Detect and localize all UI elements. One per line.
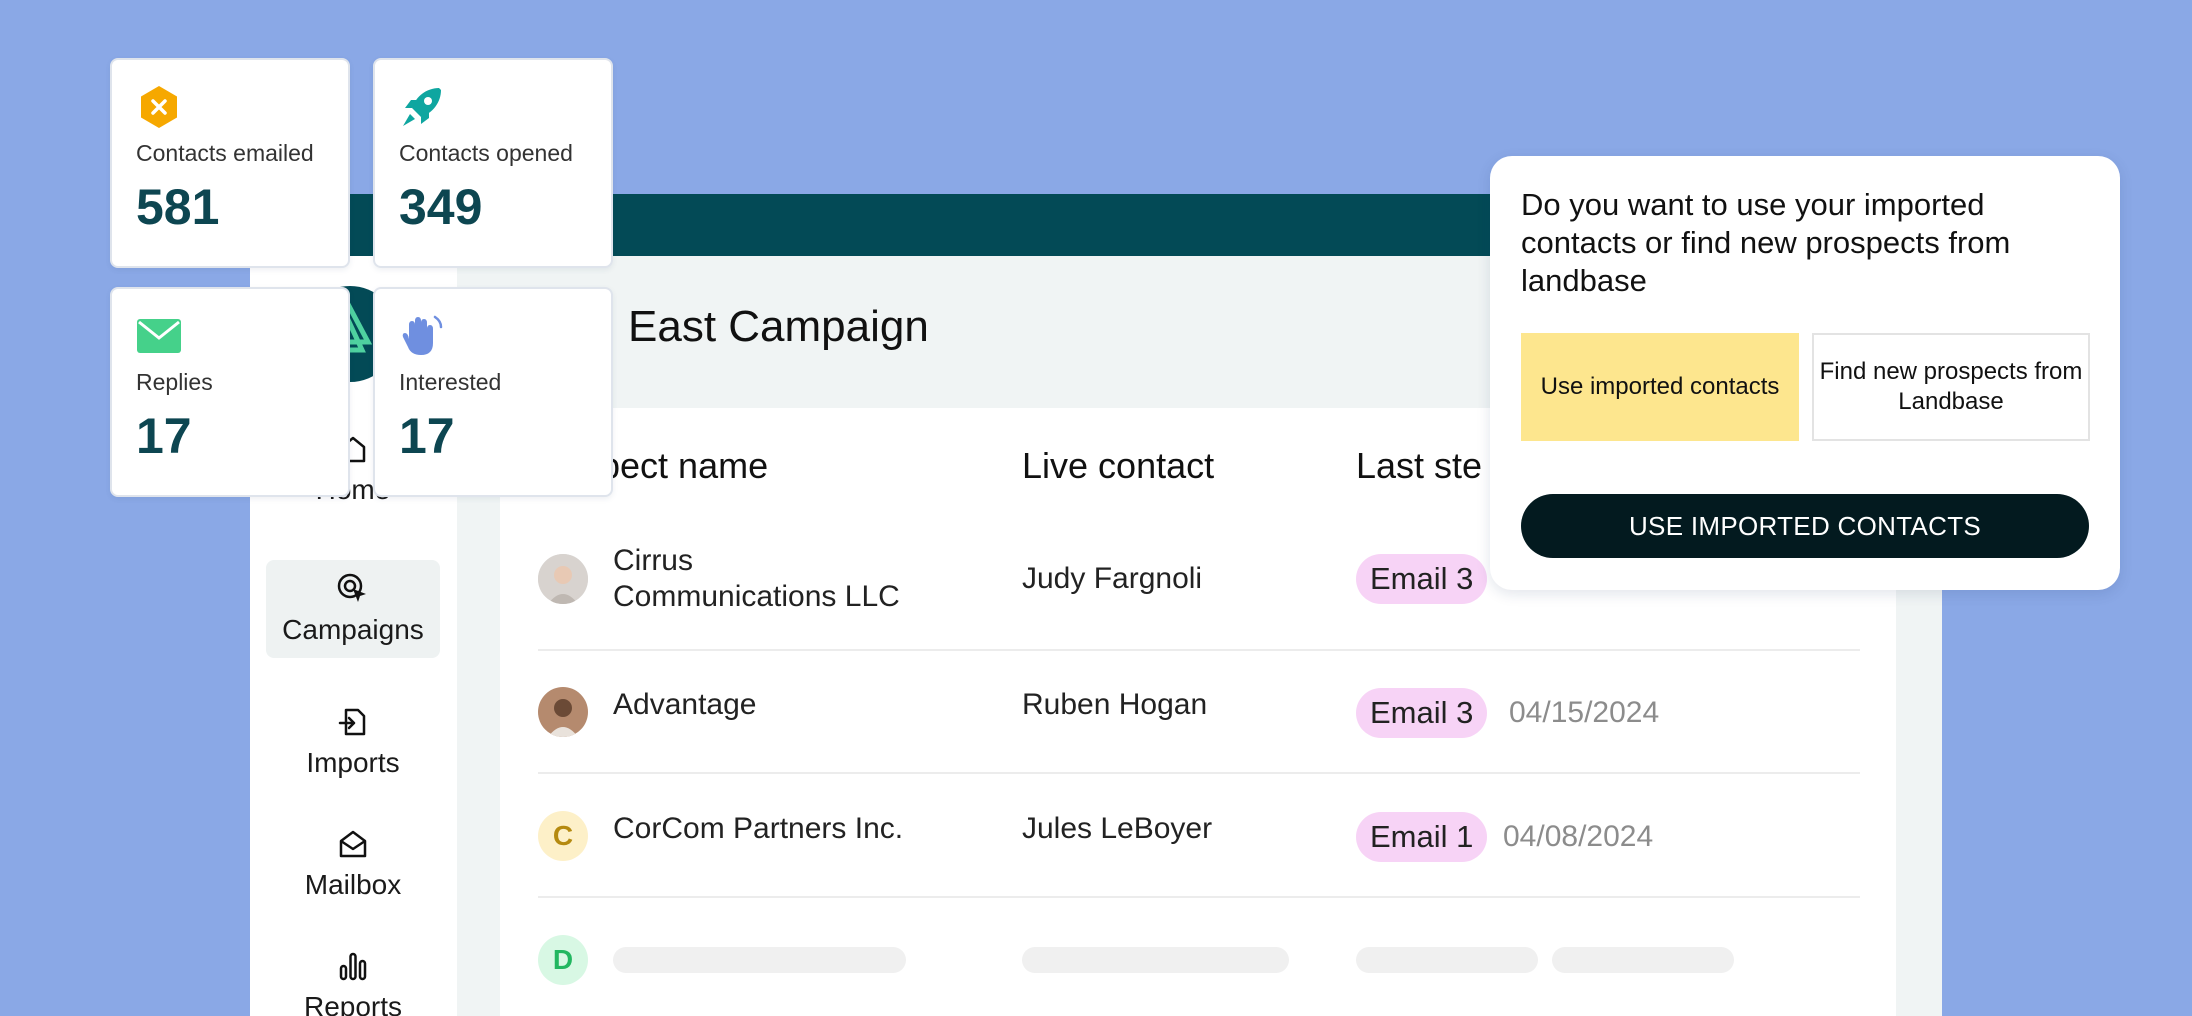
avatar: C: [538, 811, 588, 861]
row-divider: [538, 772, 1860, 774]
loading-placeholder: [613, 947, 906, 973]
stat-card-contacts-opened: Contacts opened 349: [373, 58, 613, 268]
envelope-icon: [136, 313, 182, 359]
stat-label: Contacts emailed: [136, 140, 314, 166]
column-header-live-contact[interactable]: Live contact: [1022, 445, 1214, 487]
stat-value: 17: [136, 408, 192, 464]
sidebar-item-reports[interactable]: Reports: [266, 937, 440, 1016]
mailbox-icon: [336, 827, 370, 861]
wave-hand-icon: [399, 313, 445, 359]
find-new-prospects-option[interactable]: Find new prospects from Landbase: [1812, 333, 2090, 441]
step-badge: Email 1: [1356, 812, 1488, 862]
dialog-question: Do you want to use your imported contact…: [1521, 187, 2011, 298]
live-contact: Jules LeBoyer: [1022, 812, 1213, 845]
sidebar-item-imports[interactable]: Imports: [266, 693, 440, 791]
stat-label: Replies: [136, 369, 213, 395]
target-cursor-icon: [336, 572, 370, 606]
prospect-name[interactable]: CorCom Partners Inc.: [613, 811, 903, 847]
x-badge-icon: [136, 84, 182, 130]
column-header-prospect-name[interactable]: pect name: [600, 445, 768, 487]
sidebar-item-label: Reports: [303, 991, 403, 1016]
prospect-name[interactable]: Cirrus Communications LLC: [613, 543, 900, 615]
stat-value: 581: [136, 179, 220, 235]
row-divider: [538, 649, 1860, 651]
step-date: 04/15/2024: [1509, 696, 1660, 729]
use-imported-contacts-button[interactable]: USE IMPORTED CONTACTS: [1521, 494, 2089, 558]
sidebar-item-label: Mailbox: [304, 869, 402, 900]
stat-label: Interested: [399, 369, 502, 395]
step-badge: Email 3: [1356, 688, 1488, 738]
loading-placeholder: [1552, 947, 1734, 973]
avatar: D: [538, 935, 588, 985]
stat-value: 17: [399, 408, 455, 464]
live-contact: Ruben Hogan: [1022, 688, 1208, 721]
step-badge: Email 3: [1356, 554, 1488, 604]
sidebar-item-campaigns[interactable]: Campaigns: [266, 560, 440, 658]
row-divider: [538, 896, 1860, 898]
stat-card-replies: Replies 17: [110, 287, 350, 497]
sidebar-item-mailbox[interactable]: Mailbox: [266, 815, 440, 913]
use-imported-contacts-option[interactable]: Use imported contacts: [1521, 333, 1799, 441]
stat-card-contacts-emailed: Contacts emailed 581: [110, 58, 350, 268]
step-date: 04/08/2024: [1503, 820, 1654, 853]
stat-card-interested: Interested 17: [373, 287, 613, 497]
loading-placeholder: [1356, 947, 1538, 973]
page-title: East Campaign: [628, 302, 929, 351]
avatar: [538, 554, 588, 604]
stat-label: Contacts opened: [399, 140, 573, 166]
stat-value: 349: [399, 179, 483, 235]
sidebar-item-label: Campaigns: [282, 614, 424, 645]
live-contact: Judy Fargnoli: [1022, 562, 1203, 595]
column-header-last-step[interactable]: Last ste: [1356, 445, 1482, 487]
avatar: [538, 687, 588, 737]
prospect-name[interactable]: Advantage: [613, 687, 756, 723]
bar-chart-icon: [336, 949, 370, 983]
import-icon: [336, 705, 370, 739]
import-choice-dialog: Do you want to use your imported contact…: [1490, 156, 2120, 590]
loading-placeholder: [1022, 947, 1289, 973]
sidebar-item-label: Imports: [306, 747, 400, 778]
rocket-icon: [399, 84, 445, 130]
